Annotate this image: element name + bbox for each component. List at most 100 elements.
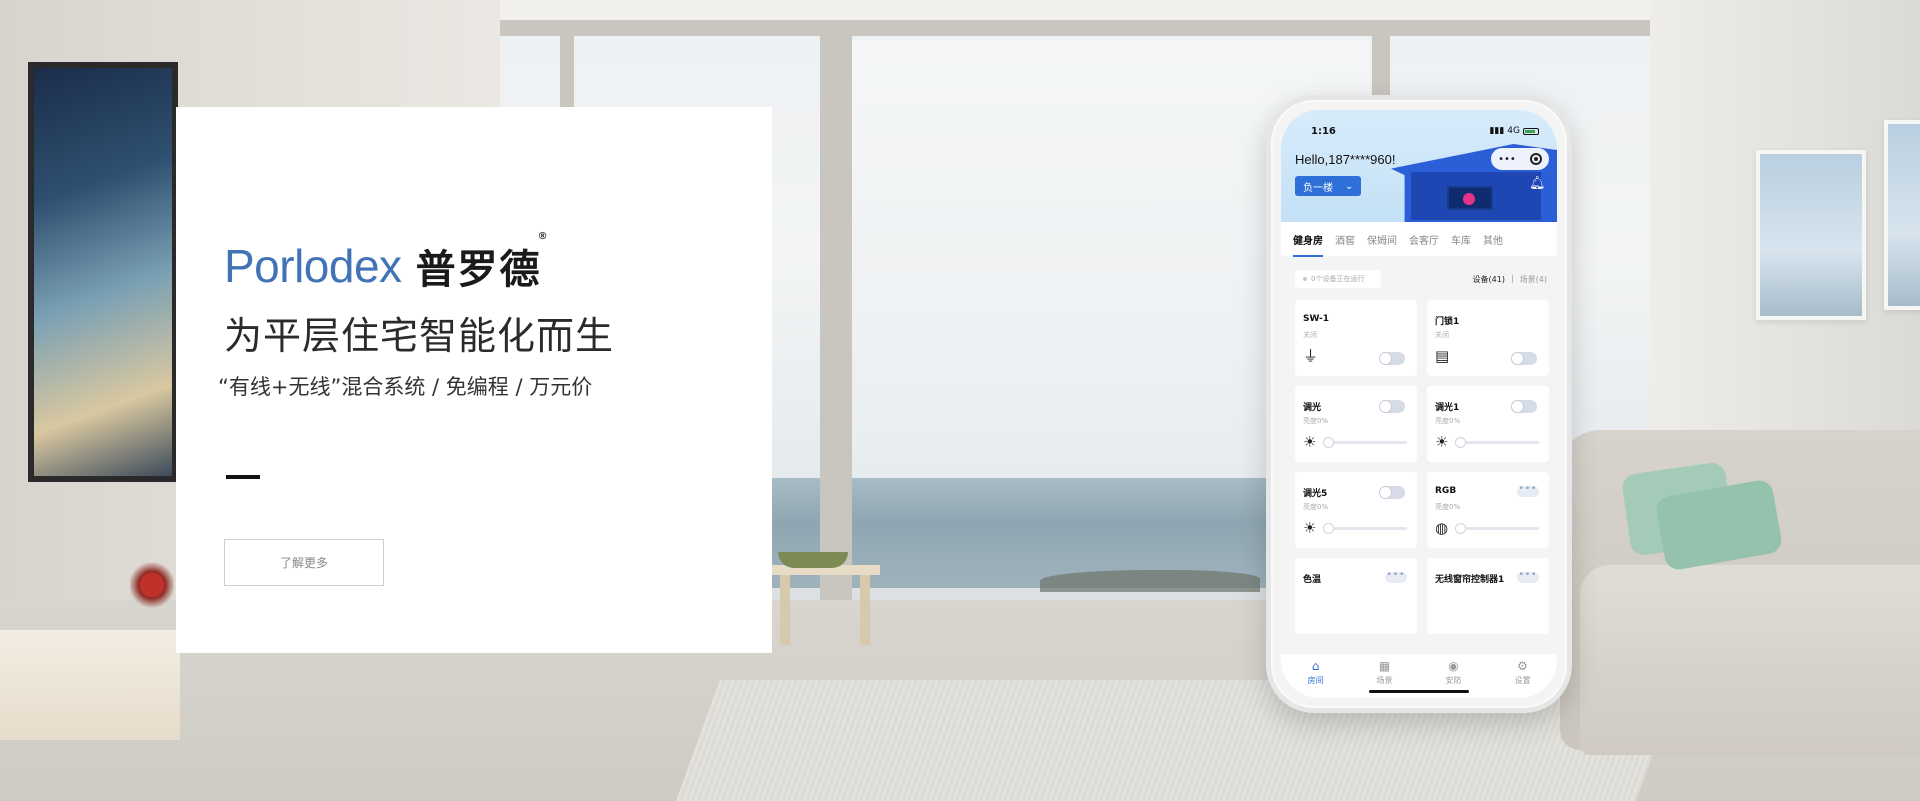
chevron-down-icon: ⌄: [1345, 180, 1354, 192]
color-slider[interactable]: [1456, 524, 1539, 533]
brand-name-latin: Porlodex: [224, 240, 402, 292]
device-card[interactable]: 调光1 亮度0% ☀: [1427, 386, 1549, 462]
brightness-slider[interactable]: [1456, 438, 1539, 447]
device-card[interactable]: RGB 亮度0% ◍ •••: [1427, 472, 1549, 548]
red-plant: [130, 560, 174, 610]
wall-tv: [28, 62, 178, 482]
phone-screen: 1:16 ▮▮▮ 4G ••• Hello,187****960! 负一楼 ⌄ …: [1281, 110, 1557, 698]
more-icon[interactable]: •••: [1498, 154, 1516, 165]
device-card[interactable]: 调光 亮度0% ☀: [1295, 386, 1417, 462]
device-name: 调光5: [1303, 489, 1328, 499]
device-name: 色温: [1303, 575, 1322, 585]
divider-dash: [226, 475, 260, 479]
device-scene-counts: 设备(41) | 场景(4): [1473, 274, 1547, 285]
hero-card: Porlodex 普罗德 ® 为平层住宅智能化而生 “有线+无线”混合系统 / …: [176, 107, 772, 653]
home-indicator: [1369, 690, 1469, 693]
status-indicators: ▮▮▮ 4G: [1489, 126, 1539, 136]
hero-sub-tagline: “有线+无线”混合系统 / 免编程 / 万元价: [218, 375, 593, 399]
device-status: 亮度0%: [1435, 417, 1461, 425]
power-toggle[interactable]: [1379, 352, 1405, 365]
tab-scenes[interactable]: ▦ 场景: [1360, 660, 1410, 686]
side-table: [770, 565, 880, 645]
door-lock-icon: ▤: [1435, 347, 1450, 365]
play-icon: [1463, 193, 1475, 205]
device-card[interactable]: SW-1 关闭 ⏚: [1295, 300, 1417, 376]
device-name: RGB: [1435, 486, 1457, 496]
window-mullion: [820, 20, 852, 610]
device-name: 调光1: [1435, 403, 1460, 413]
wall-art: [1756, 150, 1866, 320]
room-tab[interactable]: 其他: [1477, 232, 1509, 247]
floor-selector-label: 负一楼: [1303, 182, 1333, 194]
bell-icon[interactable]: 🔔︎: [1529, 176, 1546, 191]
learn-more-button[interactable]: 了解更多: [224, 539, 384, 586]
tab-rooms[interactable]: ⌂ 房间: [1291, 660, 1341, 686]
device-status: 亮度0%: [1303, 417, 1329, 425]
device-name: SW-1: [1303, 314, 1330, 324]
tab-settings[interactable]: ⚙ 设置: [1498, 660, 1548, 686]
floor-selector[interactable]: 负一楼 ⌄: [1295, 176, 1361, 196]
brand-name-chinese: 普罗德 ®: [415, 231, 548, 295]
brightness-icon: ☀: [1303, 433, 1317, 451]
miniprogram-capsule[interactable]: •••: [1491, 148, 1549, 170]
window-frame-top: [500, 20, 1650, 36]
power-toggle[interactable]: [1511, 352, 1537, 365]
settings-gear-icon: ⚙: [1517, 659, 1528, 673]
greeting: Hello,187****960!: [1295, 152, 1396, 167]
rocks: [1040, 570, 1260, 592]
ceiling-lamp-icon: ⏚: [1303, 347, 1319, 365]
more-options-button[interactable]: •••: [1517, 571, 1539, 583]
brand-logo: Porlodex 普罗德 ®: [224, 231, 548, 295]
tab-label: 场景: [1376, 676, 1393, 685]
device-card[interactable]: 色温 •••: [1295, 558, 1417, 634]
brightness-icon: ☀: [1435, 433, 1449, 451]
room-tab[interactable]: 车库: [1445, 232, 1477, 247]
scenes-grid-icon: ▦: [1378, 659, 1391, 673]
device-status: 亮度0%: [1303, 503, 1329, 511]
scenes-count-tab[interactable]: 场景(4): [1520, 274, 1547, 285]
brightness-slider[interactable]: [1324, 524, 1407, 533]
power-toggle[interactable]: [1379, 400, 1405, 413]
registered-mark: ®: [537, 231, 550, 242]
device-status: 亮度0%: [1435, 503, 1461, 511]
bottom-tab-bar: ⌂ 房间 ▦ 场景 ◉ 安防 ⚙ 设置: [1281, 654, 1557, 698]
close-target-icon[interactable]: [1529, 153, 1542, 165]
running-status: 0个设备正在运行: [1295, 270, 1381, 288]
security-camera-icon: ◉: [1448, 659, 1459, 673]
devices-count-tab[interactable]: 设备(41): [1473, 274, 1505, 285]
more-options-button[interactable]: •••: [1517, 485, 1539, 497]
tab-label: 房间: [1307, 676, 1324, 685]
tab-label: 安防: [1445, 676, 1462, 685]
signal-icon: ▮▮▮: [1489, 126, 1505, 136]
battery-icon: [1523, 127, 1539, 135]
wall-art: [1884, 120, 1920, 310]
device-card[interactable]: 无线窗帘控制器1 •••: [1427, 558, 1549, 634]
power-toggle[interactable]: [1511, 400, 1537, 413]
brightness-slider[interactable]: [1324, 438, 1407, 447]
tv-cabinet: [0, 630, 180, 740]
status-time: 1:16: [1311, 126, 1336, 137]
more-options-button[interactable]: •••: [1385, 571, 1407, 583]
room-tab[interactable]: 保姆间: [1361, 232, 1403, 247]
counts-divider: |: [1510, 274, 1514, 283]
phone-mockup: 1:16 ▮▮▮ 4G ••• Hello,187****960! 负一楼 ⌄ …: [1266, 95, 1572, 713]
device-name: 调光: [1303, 403, 1322, 413]
brand-name-chinese-text: 普罗德: [415, 247, 542, 293]
running-status-text: 0个设备正在运行: [1311, 275, 1365, 283]
plant-bowl: [778, 552, 848, 568]
sofa-seat: [1580, 565, 1920, 755]
tab-security[interactable]: ◉ 安防: [1429, 660, 1479, 686]
room-tab[interactable]: 会客厅: [1403, 232, 1445, 247]
home-icon: ⌂: [1311, 659, 1320, 673]
tab-label: 设置: [1514, 676, 1531, 685]
device-name: 无线窗帘控制器1: [1435, 575, 1505, 585]
device-status: 关闭: [1303, 331, 1317, 339]
device-card[interactable]: 调光5 亮度0% ☀: [1295, 472, 1417, 548]
room-tabs: 健身房 酒窖 保姆间 会客厅 车库 其他: [1281, 222, 1557, 257]
brightness-icon: ☀: [1303, 519, 1317, 537]
room-tab[interactable]: 健身房: [1287, 232, 1329, 257]
device-card[interactable]: 门锁1 关闭 ▤: [1427, 300, 1549, 376]
power-toggle[interactable]: [1379, 486, 1405, 499]
device-name: 门锁1: [1435, 317, 1460, 327]
room-tab[interactable]: 酒窖: [1329, 232, 1361, 247]
